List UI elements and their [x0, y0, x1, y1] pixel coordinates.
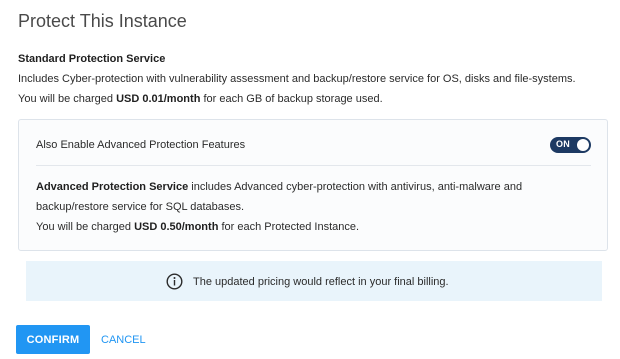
advanced-service-description-line1: Advanced Protection Service includes Adv… [36, 181, 522, 193]
advanced-toggle-label: Also Enable Advanced Protection Features [36, 139, 246, 151]
advanced-protection-panel: Also Enable Advanced Protection Features… [18, 119, 608, 251]
advanced-charge-amount: USD 0.50/month [134, 221, 219, 233]
standard-charge-suffix: for each GB of backup storage used. [200, 93, 383, 105]
pricing-notice-content: The updated pricing would reflect in you… [166, 273, 449, 290]
advanced-description-part1: includes Advanced cyber-protection with … [188, 181, 523, 193]
standard-charge-amount: USD 0.01/month [116, 93, 201, 105]
cancel-button[interactable]: CANCEL [101, 325, 146, 354]
advanced-charge-prefix: You will be charged [36, 221, 135, 233]
advanced-charge-suffix: for each Protected Instance. [218, 221, 360, 233]
advanced-protection-toggle[interactable]: ON [550, 137, 591, 153]
dialog-title: Protect This Instance [18, 11, 187, 31]
advanced-service-description-line2: backup/restore service for SQL databases… [36, 201, 245, 213]
standard-service-heading: Standard Protection Service [18, 53, 166, 65]
standard-service-charge: You will be charged USD 0.01/month for e… [18, 93, 383, 105]
panel-divider [36, 165, 591, 166]
standard-service-description: Includes Cyber-protection with vulnerabi… [18, 73, 576, 85]
confirm-button[interactable]: CONFIRM [16, 325, 90, 354]
info-icon [166, 273, 183, 290]
pricing-notice-text: The updated pricing would reflect in you… [193, 275, 449, 288]
pricing-notice: The updated pricing would reflect in you… [26, 261, 602, 301]
advanced-service-charge: You will be charged USD 0.50/month for e… [36, 221, 359, 233]
toggle-knob [577, 139, 589, 151]
advanced-service-name: Advanced Protection Service [36, 181, 189, 193]
toggle-state-label: ON [556, 139, 570, 149]
standard-charge-prefix: You will be charged [18, 93, 117, 105]
